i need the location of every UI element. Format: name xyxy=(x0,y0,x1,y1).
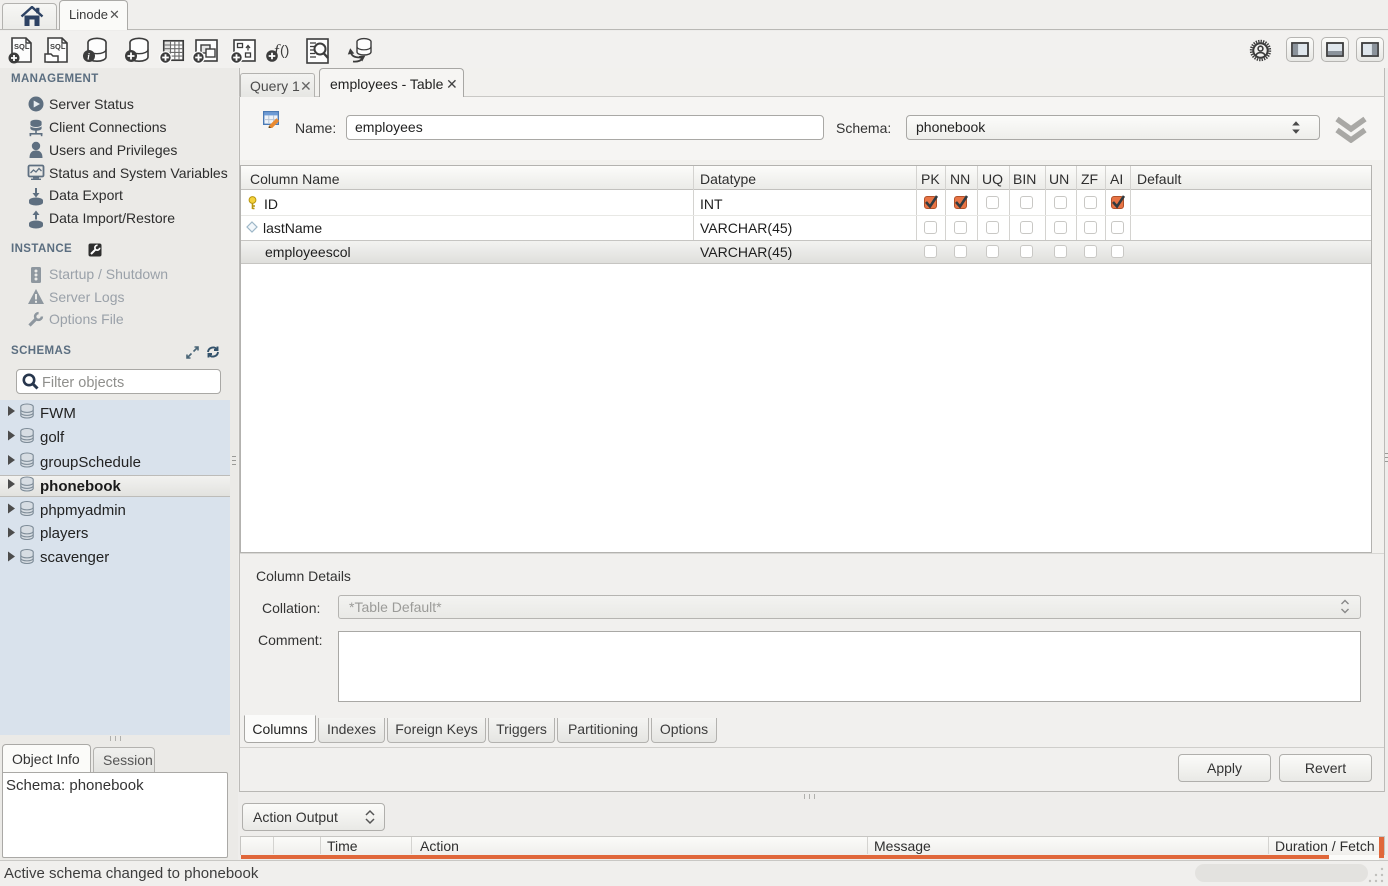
svg-text:(): () xyxy=(280,42,289,58)
svg-text:SQL: SQL xyxy=(50,42,66,51)
svg-text:SQL: SQL xyxy=(14,42,30,51)
